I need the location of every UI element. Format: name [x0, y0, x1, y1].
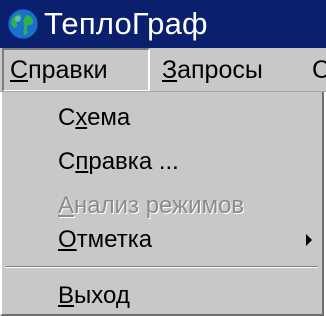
menu-spravki-mnemonic: С: [10, 56, 29, 84]
menu-zaprosy[interactable]: Запросы: [156, 48, 298, 91]
menu-item-exit-mnemonic: В: [58, 282, 75, 309]
menu-spravki-label: правки: [28, 56, 108, 84]
menu-item-help-post: равка ...: [88, 148, 179, 175]
menu-item-schema-pre: С: [58, 104, 76, 131]
menu-spravki[interactable]: Справки: [2, 48, 150, 91]
menu-item-schema-post: ема: [87, 104, 131, 131]
menu-item-help[interactable]: Справка ...: [58, 148, 179, 176]
menu-extra-label: С: [312, 56, 326, 84]
menu-item-help-pre: С: [58, 148, 76, 175]
globe-icon[interactable]: [6, 7, 40, 41]
menu-item-analysis: Анализ режимов: [58, 192, 244, 220]
menu-item-analysis-mnemonic: А: [58, 192, 75, 219]
menu-bar: Справки Запросы С: [0, 48, 326, 92]
dropdown-menu: Схема Справка ... Анализ режимов Отметка…: [0, 92, 324, 316]
menu-item-mark-mnemonic: О: [58, 226, 77, 253]
menu-separator: [6, 266, 318, 268]
menu-item-mark[interactable]: Отметка: [58, 226, 152, 254]
menu-zaprosy-mnemonic: З: [162, 56, 178, 84]
menu-item-schema[interactable]: Схема: [58, 104, 130, 132]
menu-extra-partial[interactable]: С: [306, 48, 326, 91]
menu-zaprosy-label: апросы: [177, 56, 263, 84]
menu-item-schema-mnemonic: х: [75, 104, 88, 131]
submenu-arrow-icon: [306, 234, 312, 246]
menu-item-analysis-post: нализ режимов: [74, 192, 245, 219]
menu-item-mark-post: тметка: [76, 226, 153, 253]
window-title: ТеплоГраф: [44, 6, 208, 41]
menu-item-help-mnemonic: п: [75, 148, 89, 175]
menu-item-exit[interactable]: Выход: [58, 282, 130, 310]
title-bar: ТеплоГраф: [0, 0, 326, 48]
menu-item-exit-post: ыход: [74, 282, 130, 309]
